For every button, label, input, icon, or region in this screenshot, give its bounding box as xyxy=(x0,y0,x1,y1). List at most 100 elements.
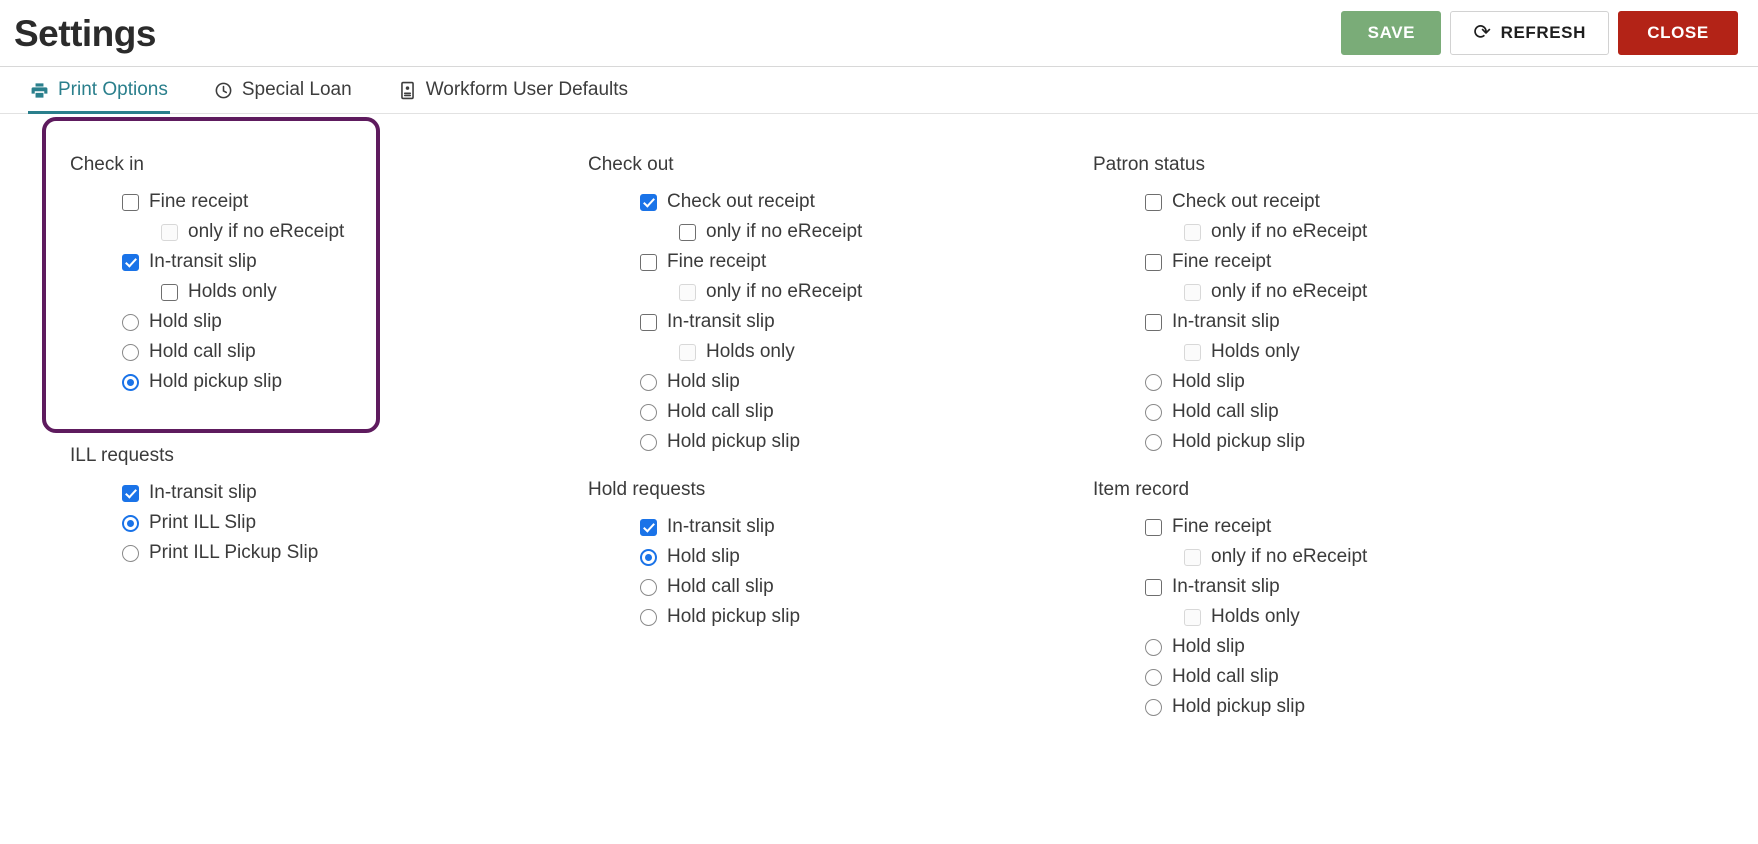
checkbox-control[interactable] xyxy=(1145,313,1162,331)
radio-control[interactable] xyxy=(122,514,139,532)
radio-control[interactable] xyxy=(1145,433,1162,451)
radio-option[interactable]: Hold slip xyxy=(1093,632,1585,662)
radio-control[interactable] xyxy=(640,433,657,451)
page-header: Settings SAVE ⟳ REFRESH CLOSE xyxy=(0,0,1758,66)
radio-control[interactable] xyxy=(640,578,657,596)
checkbox-option[interactable]: Holds only xyxy=(70,277,542,307)
checkbox-control[interactable] xyxy=(122,193,139,211)
refresh-button[interactable]: ⟳ REFRESH xyxy=(1450,11,1609,55)
checkbox-control[interactable] xyxy=(122,253,139,271)
tab-workform-user-defaults[interactable]: Workform User Defaults xyxy=(396,67,630,113)
checkbox-option[interactable]: Check out receipt xyxy=(588,187,1060,217)
radio-option[interactable]: Hold call slip xyxy=(1093,662,1585,692)
checkbox-option[interactable]: Fine receipt xyxy=(1093,512,1585,542)
checkbox-control xyxy=(679,283,696,301)
radio-option[interactable]: Hold pickup slip xyxy=(70,367,542,397)
checkbox-control[interactable] xyxy=(640,518,657,536)
radio-control[interactable] xyxy=(1145,403,1162,421)
print-options-panel: Check in Fine receipt only if no eReceipt… xyxy=(0,114,1758,844)
column-right: Patron status Check out receipt only if n… xyxy=(1065,114,1585,722)
checkbox-control[interactable] xyxy=(640,313,657,331)
radio-option[interactable]: Hold pickup slip xyxy=(1093,427,1585,457)
option-label: Hold call slip xyxy=(667,576,774,597)
radio-control[interactable] xyxy=(640,548,657,566)
checkbox-option: only if no eReceipt xyxy=(1093,277,1585,307)
option-label: Hold call slip xyxy=(1172,401,1279,422)
radio-control[interactable] xyxy=(1145,638,1162,656)
save-button-label: SAVE xyxy=(1367,23,1416,42)
radio-control[interactable] xyxy=(122,373,139,391)
group-title: Hold requests xyxy=(588,479,706,500)
option-label: In-transit slip xyxy=(149,482,257,503)
checkbox-option[interactable]: Fine receipt xyxy=(588,247,1060,277)
checkbox-control xyxy=(679,343,696,361)
checkbox-control xyxy=(1184,608,1201,626)
checkbox-option[interactable]: Fine receipt xyxy=(70,187,542,217)
group-patron-status: Patron status Check out receipt only if n… xyxy=(1065,154,1585,457)
close-button[interactable]: CLOSE xyxy=(1618,11,1738,55)
checkbox-option: Holds only xyxy=(1093,602,1585,632)
radio-control[interactable] xyxy=(640,373,657,391)
save-button[interactable]: SAVE xyxy=(1341,11,1442,55)
option-label: In-transit slip xyxy=(667,311,775,332)
radio-option[interactable]: Hold slip xyxy=(1093,367,1585,397)
checkbox-option[interactable]: Fine receipt xyxy=(1093,247,1585,277)
option-list: Fine receipt only if no eReceipt In-transi… xyxy=(1093,512,1585,722)
radio-control[interactable] xyxy=(640,403,657,421)
checkbox-control[interactable] xyxy=(1145,253,1162,271)
tab-print-options[interactable]: Print Options xyxy=(28,67,170,114)
checkbox-control[interactable] xyxy=(640,253,657,271)
radio-control[interactable] xyxy=(122,544,139,562)
option-list: Fine receipt only if no eReceipt In-transi… xyxy=(70,187,542,397)
radio-option[interactable]: Print ILL Slip xyxy=(70,508,542,538)
radio-control[interactable] xyxy=(1145,668,1162,686)
radio-option[interactable]: Print ILL Pickup Slip xyxy=(70,538,542,568)
checkbox-option[interactable]: In-transit slip xyxy=(1093,307,1585,337)
radio-control[interactable] xyxy=(122,343,139,361)
option-label: only if no eReceipt xyxy=(706,281,863,302)
radio-option[interactable]: Hold slip xyxy=(588,542,1060,572)
option-label: Check out receipt xyxy=(667,191,815,212)
radio-control[interactable] xyxy=(1145,698,1162,716)
checkbox-control[interactable] xyxy=(640,193,657,211)
checkbox-option: Holds only xyxy=(1093,337,1585,367)
radio-option[interactable]: Hold call slip xyxy=(588,397,1060,427)
group-check-out: Check out Check out receipt only if no eR… xyxy=(560,154,1060,457)
option-label: Holds only xyxy=(706,341,795,362)
radio-option[interactable]: Hold slip xyxy=(588,367,1060,397)
checkbox-control[interactable] xyxy=(1145,193,1162,211)
option-list: Check out receipt only if no eReceipt Fine… xyxy=(1093,187,1585,457)
checkbox-control[interactable] xyxy=(679,223,696,241)
group-title: ILL requests xyxy=(70,445,174,466)
checkbox-option[interactable]: In-transit slip xyxy=(70,478,542,508)
radio-control[interactable] xyxy=(1145,373,1162,391)
radio-option[interactable]: Hold call slip xyxy=(70,337,542,367)
checkbox-control[interactable] xyxy=(161,283,178,301)
close-button-label: CLOSE xyxy=(1647,23,1709,42)
checkbox-control[interactable] xyxy=(122,484,139,502)
checkbox-option[interactable]: only if no eReceipt xyxy=(588,217,1060,247)
tab-special-loan[interactable]: Special Loan xyxy=(212,67,354,113)
checkbox-option[interactable]: Check out receipt xyxy=(1093,187,1585,217)
checkbox-control xyxy=(1184,343,1201,361)
radio-option[interactable]: Hold pickup slip xyxy=(588,602,1060,632)
radio-option[interactable]: Hold call slip xyxy=(1093,397,1585,427)
checkbox-control[interactable] xyxy=(1145,578,1162,596)
option-label: only if no eReceipt xyxy=(1211,281,1368,302)
radio-option[interactable]: Hold pickup slip xyxy=(1093,692,1585,722)
radio-control[interactable] xyxy=(122,313,139,331)
option-label: Hold pickup slip xyxy=(1172,696,1306,717)
radio-option[interactable]: Hold pickup slip xyxy=(588,427,1060,457)
radio-option[interactable]: Hold call slip xyxy=(588,572,1060,602)
checkbox-option[interactable]: In-transit slip xyxy=(588,512,1060,542)
checkbox-option[interactable]: In-transit slip xyxy=(588,307,1060,337)
checkbox-option[interactable]: In-transit slip xyxy=(1093,572,1585,602)
radio-option[interactable]: Hold slip xyxy=(70,307,542,337)
clock-icon xyxy=(214,81,233,100)
checkbox-control[interactable] xyxy=(1145,518,1162,536)
radio-control[interactable] xyxy=(640,608,657,626)
group-title: Check in xyxy=(70,154,144,175)
option-label: Fine receipt xyxy=(1172,516,1272,537)
checkbox-option[interactable]: In-transit slip xyxy=(70,247,542,277)
